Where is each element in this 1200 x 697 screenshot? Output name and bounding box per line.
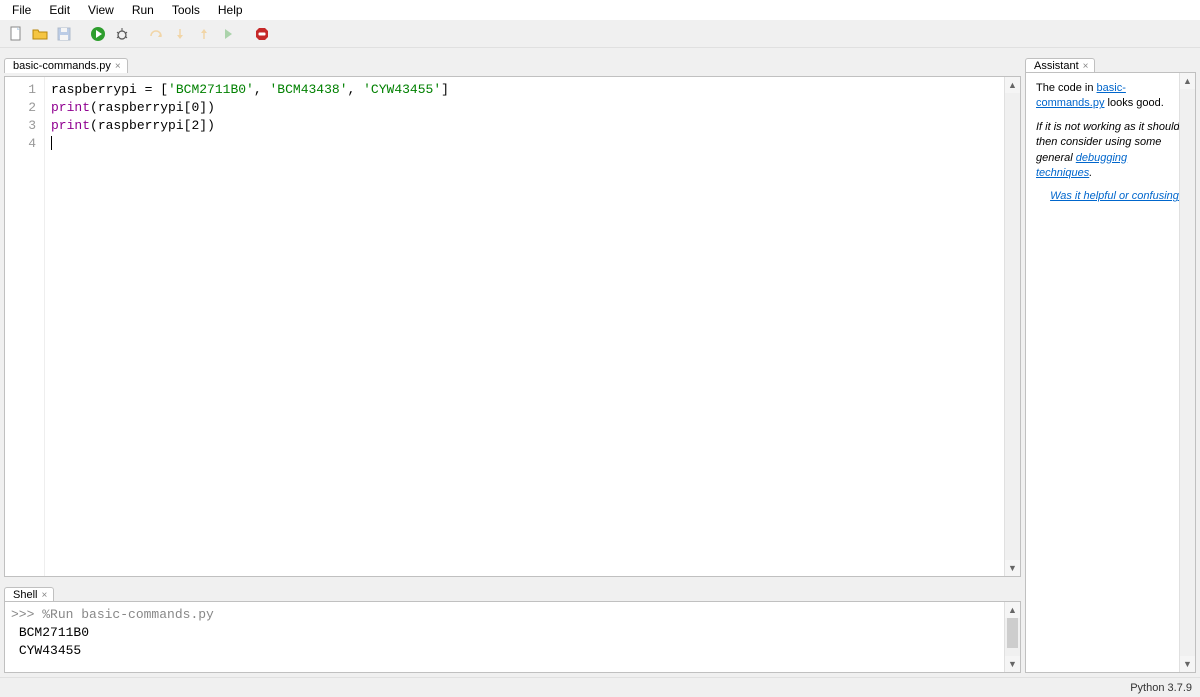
code-token: (	[90, 118, 98, 133]
code-token: raspberrypi	[98, 100, 184, 115]
editor-tab-row: basic-commands.py ×	[4, 52, 1021, 72]
step-out-button[interactable]	[194, 24, 214, 44]
line-number-gutter: 1 2 3 4	[5, 77, 45, 576]
shell-tab-row: Shell ×	[4, 581, 1021, 601]
assistant-tab[interactable]: Assistant ×	[1025, 58, 1095, 73]
line-number: 4	[9, 135, 36, 153]
step-into-button[interactable]	[170, 24, 190, 44]
stop-button[interactable]	[252, 24, 272, 44]
code-token: = [	[137, 82, 168, 97]
menu-edit[interactable]: Edit	[41, 2, 78, 18]
scroll-thumb[interactable]	[1007, 618, 1018, 648]
line-number: 1	[9, 81, 36, 99]
scroll-up-icon[interactable]: ▲	[1180, 73, 1195, 89]
code-token: ])	[199, 118, 215, 133]
editor-tab[interactable]: basic-commands.py ×	[4, 58, 128, 73]
run-button[interactable]	[88, 24, 108, 44]
shell-section: Shell × >>> %Run basic-commands.py BCM27…	[4, 581, 1021, 673]
code-token: (	[90, 100, 98, 115]
menu-file[interactable]: File	[4, 2, 39, 18]
close-icon[interactable]: ×	[41, 590, 47, 601]
shell-line: BCM2711B0	[19, 625, 89, 640]
feedback-link[interactable]: Was it helpful or confusing?	[1050, 190, 1185, 202]
menu-tools[interactable]: Tools	[164, 2, 208, 18]
step-over-button[interactable]	[146, 24, 166, 44]
code-token: 'CYW43455'	[363, 82, 441, 97]
code-token: ,	[254, 82, 270, 97]
main-area: basic-commands.py × 1 2 3 4 raspberrypi …	[0, 48, 1200, 677]
code-token: print	[51, 118, 90, 133]
code-token: 'BCM2711B0'	[168, 82, 254, 97]
line-number: 3	[9, 117, 36, 135]
assistant-text-fragment: looks good.	[1104, 97, 1163, 109]
scroll-up-icon[interactable]: ▲	[1005, 602, 1020, 618]
code-token: ,	[348, 82, 364, 97]
code-token: print	[51, 100, 90, 115]
toolbar	[0, 20, 1200, 48]
text-cursor	[51, 136, 52, 150]
shell-prompt: >>>	[11, 607, 42, 622]
shell-scrollbar[interactable]: ▲ ▼	[1004, 602, 1020, 672]
shell-tab-label: Shell	[13, 589, 37, 601]
resume-button[interactable]	[218, 24, 238, 44]
shell-command: %Run basic-commands.py	[42, 607, 214, 622]
open-file-button[interactable]	[30, 24, 50, 44]
close-icon[interactable]: ×	[1083, 61, 1089, 72]
editor-tab-label: basic-commands.py	[13, 60, 111, 72]
shell-tab[interactable]: Shell ×	[4, 587, 54, 602]
scroll-down-icon[interactable]: ▼	[1180, 656, 1195, 672]
code-token: 'BCM43438'	[269, 82, 347, 97]
menu-bar: File Edit View Run Tools Help	[0, 0, 1200, 20]
code-area[interactable]: raspberrypi = ['BCM2711B0', 'BCM43438', …	[45, 77, 1020, 576]
assistant-feedback: Was it helpful or confusing?	[1036, 189, 1185, 204]
menu-help[interactable]: Help	[210, 2, 251, 18]
assistant-text: The code in basic-commands.py looks good…	[1036, 81, 1185, 112]
close-icon[interactable]: ×	[115, 61, 121, 72]
shell-output[interactable]: >>> %Run basic-commands.py BCM2711B0 CYW…	[5, 602, 1020, 672]
scroll-up-icon[interactable]: ▲	[1005, 77, 1020, 93]
scroll-down-icon[interactable]: ▼	[1005, 656, 1020, 672]
code-editor[interactable]: 1 2 3 4 raspberrypi = ['BCM2711B0', 'BCM…	[4, 76, 1021, 577]
shell-panel[interactable]: >>> %Run basic-commands.py BCM2711B0 CYW…	[4, 601, 1021, 673]
assistant-panel: The code in basic-commands.py looks good…	[1025, 72, 1196, 673]
right-column: Assistant × The code in basic-commands.p…	[1025, 48, 1200, 677]
scroll-down-icon[interactable]: ▼	[1005, 560, 1020, 576]
line-number: 2	[9, 99, 36, 117]
code-token: raspberrypi	[98, 118, 184, 133]
assistant-tab-label: Assistant	[1034, 60, 1079, 72]
debug-button[interactable]	[112, 24, 132, 44]
left-column: basic-commands.py × 1 2 3 4 raspberrypi …	[0, 48, 1025, 677]
code-token: raspberrypi	[51, 82, 137, 97]
menu-view[interactable]: View	[80, 2, 122, 18]
assistant-scrollbar[interactable]: ▲ ▼	[1179, 73, 1195, 672]
shell-line: CYW43455	[19, 643, 81, 658]
editor-scrollbar[interactable]: ▲ ▼	[1004, 77, 1020, 576]
assistant-hint: If it is not working as it should, then …	[1036, 120, 1185, 182]
assistant-text-fragment: The code in	[1036, 82, 1097, 94]
status-bar: Python 3.7.9	[0, 677, 1200, 697]
code-token: ])	[199, 100, 215, 115]
assistant-text-fragment: .	[1089, 167, 1092, 179]
assistant-tab-row: Assistant ×	[1025, 52, 1196, 72]
save-file-button[interactable]	[54, 24, 74, 44]
new-file-button[interactable]	[6, 24, 26, 44]
code-token: ]	[441, 82, 449, 97]
python-version: Python 3.7.9	[1130, 682, 1192, 694]
menu-run[interactable]: Run	[124, 2, 162, 18]
